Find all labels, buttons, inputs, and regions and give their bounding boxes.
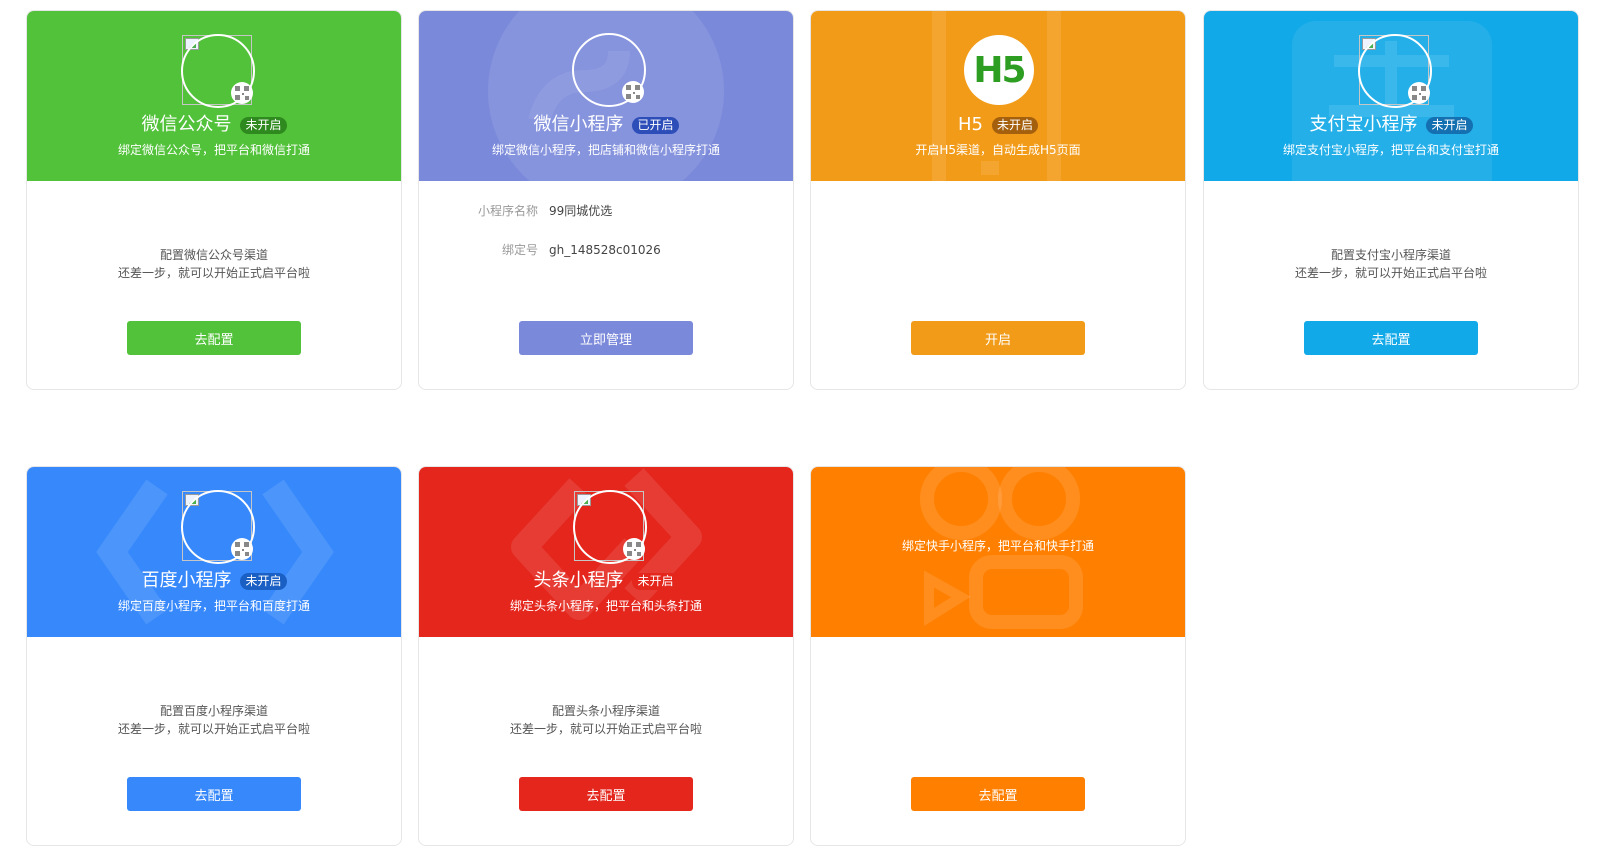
h5-card: H5 H5 未开启 开启H5渠道，自动生成H5页面 开启 bbox=[810, 10, 1186, 390]
wechat-oa-card: 微信公众号 未开启 绑定微信公众号，把平台和微信打通 配置微信公众号渠道 还差一… bbox=[26, 10, 402, 390]
card-subtitle: 绑定微信小程序，把店铺和微信小程序打通 bbox=[491, 143, 720, 157]
card-title: 微信小程序 bbox=[533, 114, 624, 135]
info-value: gh_148528c01026 bbox=[549, 243, 661, 257]
title-row: 微信公众号 未开启 bbox=[27, 112, 401, 138]
h5-header: H5 H5 未开启 开启H5渠道，自动生成H5页面 bbox=[811, 11, 1185, 181]
h5-logo: H5 bbox=[964, 35, 1034, 105]
status-badge: 未开启 bbox=[632, 572, 679, 590]
card-description: 配置支付宝小程序渠道 还差一步，就可以开始正式启平台啦 bbox=[1204, 246, 1578, 282]
status-badge: 已开启 bbox=[632, 116, 679, 134]
desc-line-2: 还差一步，就可以开始正式启平台啦 bbox=[509, 722, 702, 736]
kuaishou-mp-header: 绑定快手小程序，把平台和快手打通 bbox=[811, 467, 1185, 637]
title-row: 头条小程序 未开启 bbox=[419, 568, 793, 594]
title-row: 微信小程序 已开启 bbox=[419, 112, 793, 138]
desc-line-2: 还差一步，就可以开始正式启平台啦 bbox=[117, 266, 310, 280]
status-badge: 未开启 bbox=[240, 116, 287, 134]
qr-code-image[interactable] bbox=[181, 34, 255, 108]
configure-button[interactable]: 去配置 bbox=[911, 777, 1085, 811]
enable-button[interactable]: 开启 bbox=[911, 321, 1085, 355]
title-row: H5 未开启 bbox=[811, 112, 1185, 138]
configure-button[interactable]: 去配置 bbox=[519, 777, 693, 811]
baidu-mp-header: 百度小程序 未开启 绑定百度小程序，把平台和百度打通 bbox=[27, 467, 401, 637]
card-subtitle: 绑定微信公众号，把平台和微信打通 bbox=[117, 143, 310, 157]
alipay-mp-header: 支付宝小程序 未开启 绑定支付宝小程序，把平台和支付宝打通 bbox=[1204, 11, 1578, 181]
qr-code-image[interactable] bbox=[572, 33, 646, 107]
baidu-mp-card: 百度小程序 未开启 绑定百度小程序，把平台和百度打通 配置百度小程序渠道 还差一… bbox=[26, 466, 402, 846]
title-row: 百度小程序 未开启 bbox=[27, 568, 401, 594]
wechat-oa-header: 微信公众号 未开启 绑定微信公众号，把平台和微信打通 bbox=[27, 11, 401, 181]
desc-line-1: 配置百度小程序渠道 bbox=[159, 704, 268, 718]
info-label: 小程序名称 bbox=[477, 204, 538, 218]
qr-code-icon bbox=[623, 538, 645, 560]
qr-code-image[interactable] bbox=[1358, 34, 1432, 108]
card-title: 支付宝小程序 bbox=[1309, 114, 1418, 135]
wechat-mp-card: 微信小程序 已开启 绑定微信小程序，把店铺和微信小程序打通 小程序名称 99同城… bbox=[418, 10, 794, 390]
configure-button[interactable]: 去配置 bbox=[127, 777, 301, 811]
desc-line-2: 还差一步，就可以开始正式启平台啦 bbox=[117, 722, 310, 736]
desc-line-2: 还差一步，就可以开始正式启平台啦 bbox=[1294, 266, 1487, 280]
wechat-mp-header: 微信小程序 已开启 绑定微信小程序，把店铺和微信小程序打通 bbox=[419, 11, 793, 181]
alipay-mp-card: 支付宝小程序 未开启 绑定支付宝小程序，把平台和支付宝打通 配置支付宝小程序渠道… bbox=[1203, 10, 1579, 390]
status-badge: 未开启 bbox=[1426, 116, 1473, 134]
manage-button[interactable]: 立即管理 bbox=[519, 321, 693, 355]
qr-code-image[interactable] bbox=[181, 490, 255, 564]
info-value: 99同城优选 bbox=[549, 204, 613, 218]
card-title: H5 bbox=[957, 114, 983, 135]
card-subtitle: 绑定头条小程序，把平台和头条打通 bbox=[509, 599, 702, 613]
title-row: 支付宝小程序 未开启 bbox=[1204, 112, 1578, 138]
kuaishou-mp-card: 绑定快手小程序，把平台和快手打通 去配置 bbox=[810, 466, 1186, 846]
status-badge: 未开启 bbox=[991, 116, 1038, 134]
card-title: 微信公众号 bbox=[141, 114, 232, 135]
configure-button[interactable]: 去配置 bbox=[127, 321, 301, 355]
status-badge: 未开启 bbox=[240, 572, 287, 590]
card-title: 头条小程序 bbox=[533, 570, 624, 591]
card-subtitle: 绑定快手小程序，把平台和快手打通 bbox=[901, 539, 1094, 553]
qr-code-icon bbox=[231, 82, 253, 104]
card-subtitle: 绑定百度小程序，把平台和百度打通 bbox=[117, 599, 310, 613]
card-description: 配置百度小程序渠道 还差一步，就可以开始正式启平台啦 bbox=[27, 702, 401, 738]
qr-code-icon bbox=[1408, 82, 1430, 104]
desc-line-1: 配置头条小程序渠道 bbox=[551, 704, 660, 718]
desc-line-1: 配置支付宝小程序渠道 bbox=[1330, 248, 1451, 262]
qr-code-image[interactable] bbox=[573, 490, 647, 564]
toutiao-mp-header: 头条小程序 未开启 绑定头条小程序，把平台和头条打通 bbox=[419, 467, 793, 637]
card-subtitle: 绑定支付宝小程序，把平台和支付宝打通 bbox=[1282, 143, 1499, 157]
info-label: 绑定号 bbox=[501, 243, 538, 257]
card-description: 配置微信公众号渠道 还差一步，就可以开始正式启平台啦 bbox=[27, 246, 401, 282]
desc-line-1: 配置微信公众号渠道 bbox=[159, 248, 268, 262]
card-subtitle: 开启H5渠道，自动生成H5页面 bbox=[915, 143, 1081, 157]
configure-button[interactable]: 去配置 bbox=[1304, 321, 1478, 355]
card-title: 百度小程序 bbox=[141, 570, 232, 591]
card-description: 配置头条小程序渠道 还差一步，就可以开始正式启平台啦 bbox=[419, 702, 793, 738]
qr-code-icon bbox=[231, 538, 253, 560]
qr-code-icon bbox=[622, 81, 644, 103]
toutiao-mp-card: 头条小程序 未开启 绑定头条小程序，把平台和头条打通 配置头条小程序渠道 还差一… bbox=[418, 466, 794, 846]
